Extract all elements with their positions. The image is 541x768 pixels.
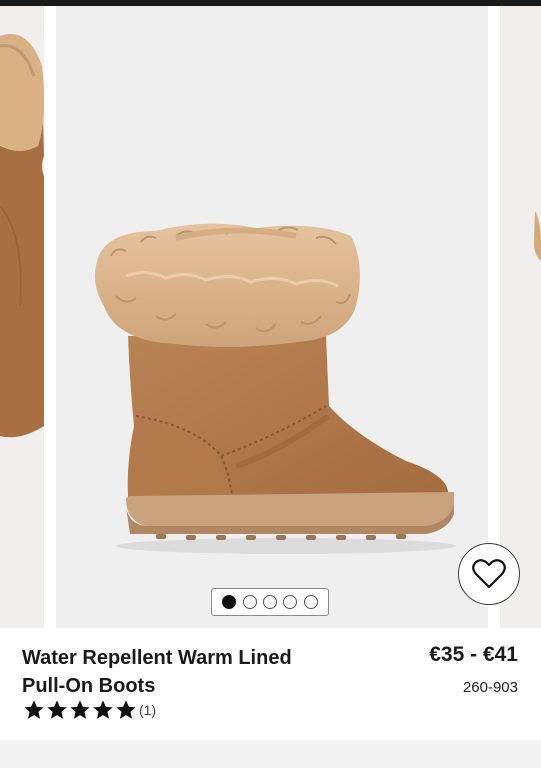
product-title[interactable]: Water Repellent Warm Lined Pull-On Boots (22, 644, 352, 700)
rating-stars (23, 699, 138, 721)
star-icon (116, 700, 136, 719)
main-slide[interactable] (56, 6, 488, 628)
pagination-dot-4[interactable] (283, 595, 298, 609)
pagination-dot-1[interactable] (222, 595, 237, 609)
boot-product-image (95, 223, 456, 554)
next-boot-image (533, 211, 541, 261)
product-image-carousel[interactable] (0, 6, 541, 628)
star-icon (93, 700, 113, 719)
previous-slide[interactable] (0, 6, 44, 628)
review-count: (1) (139, 702, 157, 718)
product-title-line-2: Pull-On Boots (22, 675, 156, 697)
carousel-pagination (211, 588, 329, 616)
wishlist-button[interactable] (458, 543, 520, 605)
product-item-code: 260-903 (462, 679, 518, 696)
star-icon (24, 700, 44, 719)
page-background (0, 740, 541, 768)
product-price: €35 - €41 (429, 643, 518, 666)
previous-boot-image (0, 34, 44, 438)
star-icon (70, 700, 90, 719)
pagination-dot-5[interactable] (303, 595, 318, 609)
product-title-line-1: Water Repellent Warm Lined (22, 647, 292, 669)
pagination-dot-2[interactable] (242, 595, 257, 609)
heart-icon (472, 559, 506, 589)
pagination-dot-3[interactable] (262, 595, 277, 609)
next-slide[interactable] (500, 6, 541, 628)
product-rating[interactable]: (1) (23, 699, 156, 721)
star-icon (47, 700, 67, 719)
